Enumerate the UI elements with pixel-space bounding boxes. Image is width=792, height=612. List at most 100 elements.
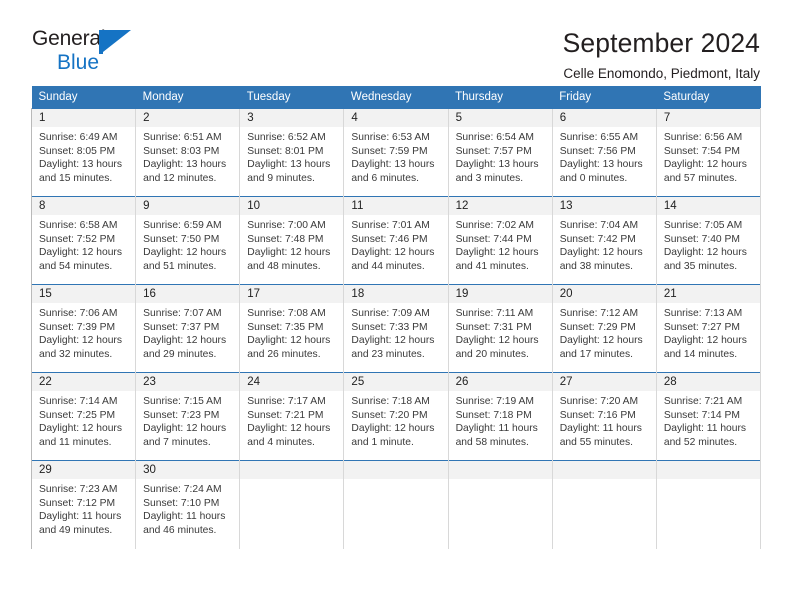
sunrise-text: Sunrise: 7:05 AM <box>663 220 743 231</box>
calendar-day-cell[interactable]: 16 Sunrise: 7:07 AM Sunset: 7:37 PM Dayligh… <box>135 284 240 373</box>
calendar-day-cell[interactable]: 2 Sunrise: 6:51 AM Sunset: 8:03 PM Daylight… <box>135 108 240 197</box>
calendar-day-cell[interactable]: 13 Sunrise: 7:04 AM Sunset: 7:42 PM Dayligh… <box>551 196 657 285</box>
calendar-day-cell[interactable]: 9 Sunrise: 6:59 AM Sunset: 7:50 PM Daylight… <box>135 196 240 285</box>
day-number: 10 <box>240 197 344 215</box>
calendar-day-cell[interactable]: 7 Sunrise: 6:56 AM Sunset: 7:54 PM Daylight… <box>655 108 762 197</box>
calendar-day-cell[interactable]: 29 Sunrise: 7:23 AM Sunset: 7:12 PM Dayligh… <box>30 460 136 549</box>
day-details: Sunrise: 7:01 AM Sunset: 7:46 PM Daylight:… <box>344 215 447 273</box>
sunset-text: Sunset: 7:18 PM <box>455 409 532 421</box>
calendar-day-cell[interactable]: 24 Sunrise: 7:17 AM Sunset: 7:21 PM Dayligh… <box>239 372 344 461</box>
day-details: Sunrise: 7:24 AM Sunset: 7:10 PM Daylight:… <box>136 479 239 537</box>
calendar-week-row: 15 Sunrise: 7:06 AM Sunset: 7:39 PM Dayligh… <box>30 284 762 373</box>
day-number: 17 <box>240 285 344 303</box>
calendar-day-cell[interactable]: 22 Sunrise: 7:14 AM Sunset: 7:25 PM Dayligh… <box>30 372 136 461</box>
calendar-day-cell[interactable]: 14 Sunrise: 7:05 AM Sunset: 7:40 PM Dayligh… <box>655 196 762 285</box>
calendar-day-cell[interactable]: 26 Sunrise: 7:19 AM Sunset: 7:18 PM Dayligh… <box>447 372 553 461</box>
day-number <box>448 461 552 479</box>
day-details: Sunrise: 7:12 AM Sunset: 7:29 PM Daylight:… <box>553 303 656 361</box>
calendar-week-row: 1 Sunrise: 6:49 AM Sunset: 8:05 PM Daylight… <box>30 108 762 197</box>
day-details <box>553 479 656 483</box>
calendar-day-cell[interactable]: 15 Sunrise: 7:06 AM Sunset: 7:39 PM Dayligh… <box>30 284 136 373</box>
day-details: Sunrise: 6:55 AM Sunset: 7:56 PM Daylight:… <box>553 127 656 185</box>
calendar-page: General Blue September 2024 Celle Enomon… <box>0 0 792 612</box>
sunrise-text: Sunrise: 7:20 AM <box>559 396 639 407</box>
day-number: 18 <box>344 285 448 303</box>
page-header: General Blue September 2024 Celle Enomon… <box>0 0 792 81</box>
day-details: Sunrise: 7:15 AM Sunset: 7:23 PM Daylight:… <box>136 391 239 449</box>
general-blue-logo[interactable]: General Blue <box>32 28 162 76</box>
day-details <box>240 479 343 483</box>
logo-text-general: General <box>32 27 106 50</box>
calendar-day-cell[interactable]: 6 Sunrise: 6:55 AM Sunset: 7:56 PM Daylight… <box>551 108 657 197</box>
day-number: 2 <box>136 109 240 127</box>
day-number: 21 <box>656 285 760 303</box>
calendar-day-cell[interactable]: 4 Sunrise: 6:53 AM Sunset: 7:59 PM Daylight… <box>343 108 449 197</box>
sunrise-text: Sunrise: 7:02 AM <box>455 220 534 231</box>
sunrise-text: Sunrise: 6:51 AM <box>143 132 222 143</box>
day-details: Sunrise: 7:14 AM Sunset: 7:25 PM Daylight:… <box>32 391 135 449</box>
sunrise-text: Sunrise: 7:21 AM <box>663 396 743 407</box>
sunrise-text: Sunrise: 6:49 AM <box>39 132 118 143</box>
calendar-day-cell[interactable]: 17 Sunrise: 7:08 AM Sunset: 7:35 PM Dayligh… <box>239 284 344 373</box>
calendar-day-cell[interactable]: 18 Sunrise: 7:09 AM Sunset: 7:33 PM Dayligh… <box>343 284 449 373</box>
day-number: 20 <box>552 285 656 303</box>
day-number: 22 <box>32 373 136 391</box>
daylight-text: Daylight: 13 hours and 12 minutes. <box>143 159 227 184</box>
day-details: Sunrise: 7:23 AM Sunset: 7:12 PM Daylight:… <box>32 479 135 537</box>
daylight-text: Daylight: 12 hours and 54 minutes. <box>39 247 122 272</box>
day-details: Sunrise: 6:59 AM Sunset: 7:50 PM Daylight:… <box>136 215 239 273</box>
calendar-day-cell[interactable]: 19 Sunrise: 7:11 AM Sunset: 7:31 PM Dayligh… <box>447 284 553 373</box>
daylight-text: Daylight: 12 hours and 38 minutes. <box>559 247 643 272</box>
calendar-day-cell[interactable]: 3 Sunrise: 6:52 AM Sunset: 8:01 PM Daylight… <box>239 108 344 197</box>
sunrise-text: Sunrise: 6:56 AM <box>663 132 743 143</box>
flag-triangle <box>103 30 131 52</box>
calendar-day-cell[interactable]: 28 Sunrise: 7:21 AM Sunset: 7:14 PM Dayligh… <box>655 372 762 461</box>
calendar-day-cell[interactable]: 21 Sunrise: 7:13 AM Sunset: 7:27 PM Dayligh… <box>655 284 762 373</box>
sunset-text: Sunset: 7:48 PM <box>247 233 324 245</box>
daylight-text: Daylight: 11 hours and 58 minutes. <box>455 423 538 448</box>
day-number: 28 <box>656 373 760 391</box>
weekday-header-wednesday: Wednesday <box>343 86 449 109</box>
day-number: 8 <box>32 197 136 215</box>
calendar-day-cell-empty <box>655 460 762 549</box>
sunset-text: Sunset: 7:12 PM <box>39 497 116 509</box>
sunset-text: Sunset: 7:16 PM <box>559 409 636 421</box>
weekday-header-row: Sunday Monday Tuesday Wednesday Thursday Frid… <box>31 86 761 109</box>
day-number <box>344 461 448 479</box>
sunrise-text: Sunrise: 7:17 AM <box>247 396 326 407</box>
calendar-week-row: 29 Sunrise: 7:23 AM Sunset: 7:12 PM Dayligh… <box>30 460 762 549</box>
calendar-day-cell[interactable]: 10 Sunrise: 7:00 AM Sunset: 7:48 PM Dayligh… <box>239 196 344 285</box>
calendar-day-cell[interactable]: 5 Sunrise: 6:54 AM Sunset: 7:57 PM Daylight… <box>447 108 553 197</box>
day-details: Sunrise: 7:17 AM Sunset: 7:21 PM Daylight:… <box>240 391 343 449</box>
day-details <box>449 479 552 483</box>
day-number: 11 <box>344 197 448 215</box>
daylight-text: Daylight: 12 hours and 57 minutes. <box>663 159 747 184</box>
day-number: 12 <box>448 197 552 215</box>
calendar-day-cell[interactable]: 30 Sunrise: 7:24 AM Sunset: 7:10 PM Dayligh… <box>135 460 240 549</box>
weekday-header-friday: Friday <box>552 86 657 109</box>
calendar-day-cell[interactable]: 20 Sunrise: 7:12 AM Sunset: 7:29 PM Dayligh… <box>551 284 657 373</box>
calendar-day-cell[interactable]: 8 Sunrise: 6:58 AM Sunset: 7:52 PM Daylight… <box>30 196 136 285</box>
sunrise-text: Sunrise: 6:58 AM <box>39 220 118 231</box>
calendar-container: Sunday Monday Tuesday Wednesday Thursday Frid… <box>0 86 792 549</box>
day-details: Sunrise: 7:11 AM Sunset: 7:31 PM Daylight:… <box>449 303 552 361</box>
day-number: 27 <box>552 373 656 391</box>
calendar-day-cell[interactable]: 27 Sunrise: 7:20 AM Sunset: 7:16 PM Dayligh… <box>551 372 657 461</box>
sunrise-text: Sunrise: 6:52 AM <box>247 132 326 143</box>
daylight-text: Daylight: 12 hours and 32 minutes. <box>39 335 122 360</box>
day-number: 1 <box>32 109 136 127</box>
sunrise-text: Sunrise: 7:11 AM <box>455 308 534 319</box>
sunset-text: Sunset: 7:56 PM <box>559 145 636 157</box>
calendar-day-cell[interactable]: 11 Sunrise: 7:01 AM Sunset: 7:46 PM Dayligh… <box>343 196 449 285</box>
calendar-day-cell[interactable]: 25 Sunrise: 7:18 AM Sunset: 7:20 PM Dayligh… <box>343 372 449 461</box>
day-number: 26 <box>448 373 552 391</box>
day-number: 9 <box>136 197 240 215</box>
sunset-text: Sunset: 7:52 PM <box>39 233 116 245</box>
calendar-day-cell[interactable]: 12 Sunrise: 7:02 AM Sunset: 7:44 PM Dayligh… <box>447 196 553 285</box>
daylight-text: Daylight: 12 hours and 1 minute. <box>351 423 435 448</box>
calendar-day-cell[interactable]: 1 Sunrise: 6:49 AM Sunset: 8:05 PM Daylight… <box>30 108 136 197</box>
calendar-day-cell[interactable]: 23 Sunrise: 7:15 AM Sunset: 7:23 PM Dayligh… <box>135 372 240 461</box>
daylight-text: Daylight: 12 hours and 26 minutes. <box>247 335 331 360</box>
calendar-day-cell-empty <box>551 460 657 549</box>
day-number: 23 <box>136 373 240 391</box>
